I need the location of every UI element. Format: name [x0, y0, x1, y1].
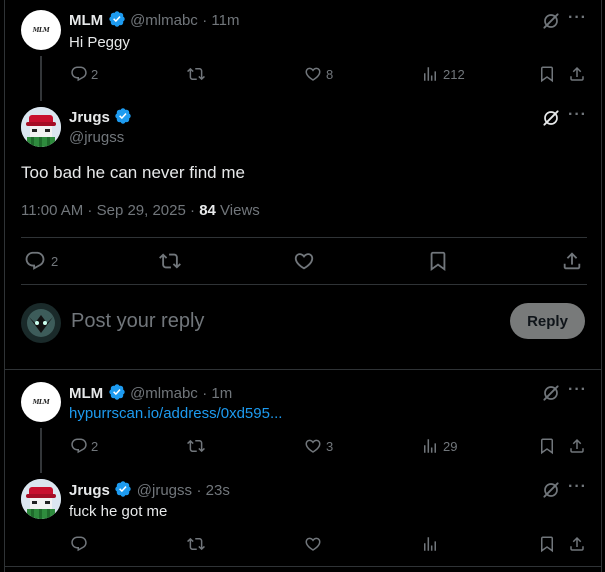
- like-icon[interactable]: [304, 65, 322, 83]
- tweet-link[interactable]: hypurrscan.io/address/0xd595...: [69, 405, 282, 422]
- author-name[interactable]: Jrugs: [69, 109, 110, 126]
- avatar-image: [21, 479, 61, 519]
- reply-icon[interactable]: [70, 535, 88, 553]
- views-count: 29: [443, 439, 458, 454]
- avatar[interactable]: [21, 107, 61, 147]
- thread-line: [40, 56, 42, 101]
- repost-icon[interactable]: [187, 437, 205, 455]
- reply-icon[interactable]: [70, 437, 88, 455]
- repost-icon[interactable]: [187, 535, 205, 553]
- author-name[interactable]: Jrugs: [69, 482, 110, 499]
- views-icon[interactable]: [421, 535, 439, 553]
- reply-count: 2: [91, 439, 99, 454]
- avatar-logo-text: MLM: [32, 398, 50, 406]
- grok-icon[interactable]: [541, 11, 561, 31]
- more-icon[interactable]: ···: [568, 9, 587, 27]
- repost-icon[interactable]: [187, 65, 205, 83]
- grok-icon[interactable]: [541, 383, 561, 403]
- reply-icon[interactable]: [70, 65, 88, 83]
- views-icon[interactable]: [421, 437, 439, 455]
- share-icon[interactable]: [568, 65, 586, 83]
- reply-input[interactable]: Post your reply: [71, 310, 204, 333]
- tweet-text: Hi Peggy: [69, 34, 130, 51]
- bookmark-icon[interactable]: [538, 437, 556, 455]
- divider: [4, 566, 602, 567]
- thread-line: [40, 428, 42, 473]
- main-tweet-author: Jrugs: [69, 107, 132, 127]
- verified-icon: [114, 480, 132, 498]
- tweet-text: fuck he got me: [69, 503, 168, 520]
- post-time[interactable]: · 1m: [202, 385, 232, 402]
- avatar-image: [21, 107, 61, 147]
- avatar[interactable]: MLM: [21, 10, 61, 50]
- divider: [21, 284, 587, 285]
- more-icon[interactable]: ···: [568, 381, 587, 399]
- tweet-header: Jrugs @jrugss · 23s: [69, 480, 230, 500]
- post-timestamp[interactable]: 11:00 AM · Sep 29, 2025 ·: [21, 202, 195, 219]
- author-handle[interactable]: @jrugss: [69, 129, 124, 146]
- user-avatar[interactable]: [21, 303, 61, 343]
- post-time[interactable]: · 11m: [202, 12, 239, 29]
- tweet-text: Too bad he can never find me: [21, 163, 245, 182]
- grok-icon[interactable]: [541, 480, 561, 500]
- views-count: 212: [443, 67, 465, 82]
- author-handle[interactable]: @mlmabc: [130, 12, 198, 29]
- reply-icon[interactable]: [24, 250, 46, 272]
- like-count: 3: [326, 439, 334, 454]
- reply-button[interactable]: Reply: [510, 303, 585, 339]
- verified-icon: [108, 383, 126, 401]
- views-count: 84: [199, 202, 216, 219]
- views-icon[interactable]: [421, 65, 439, 83]
- post-meta: 11:00 AM · Sep 29, 2025 · 84 Views: [21, 202, 260, 219]
- verified-icon: [108, 10, 126, 28]
- reply-count: 2: [51, 254, 59, 269]
- share-icon[interactable]: [568, 535, 586, 553]
- bookmark-icon[interactable]: [538, 65, 556, 83]
- avatar-logo-text: MLM: [32, 26, 50, 34]
- bookmark-icon[interactable]: [427, 250, 449, 272]
- share-icon[interactable]: [568, 437, 586, 455]
- like-icon[interactable]: [304, 437, 322, 455]
- avatar[interactable]: MLM: [21, 382, 61, 422]
- views-label: Views: [220, 202, 260, 219]
- divider: [21, 237, 587, 238]
- author-name[interactable]: MLM: [69, 12, 103, 29]
- author-handle[interactable]: @jrugss: [137, 482, 192, 499]
- like-icon[interactable]: [304, 535, 322, 553]
- divider: [4, 369, 602, 370]
- verified-icon: [114, 107, 132, 125]
- like-icon[interactable]: [293, 250, 315, 272]
- more-icon[interactable]: ···: [568, 106, 587, 124]
- more-icon[interactable]: ···: [568, 478, 587, 496]
- grok-icon[interactable]: [541, 108, 561, 128]
- author-name[interactable]: MLM: [69, 385, 103, 402]
- bookmark-icon[interactable]: [538, 535, 556, 553]
- share-icon[interactable]: [561, 250, 583, 272]
- tweet-header: MLM @mlmabc · 11m: [69, 10, 239, 30]
- post-time[interactable]: · 23s: [196, 482, 229, 499]
- avatar-image: [21, 303, 61, 343]
- repost-icon[interactable]: [159, 250, 181, 272]
- reply-count: 2: [91, 67, 99, 82]
- author-handle[interactable]: @mlmabc: [130, 385, 198, 402]
- like-count: 8: [326, 67, 334, 82]
- tweet-header: MLM @mlmabc · 1m: [69, 383, 232, 403]
- avatar[interactable]: [21, 479, 61, 519]
